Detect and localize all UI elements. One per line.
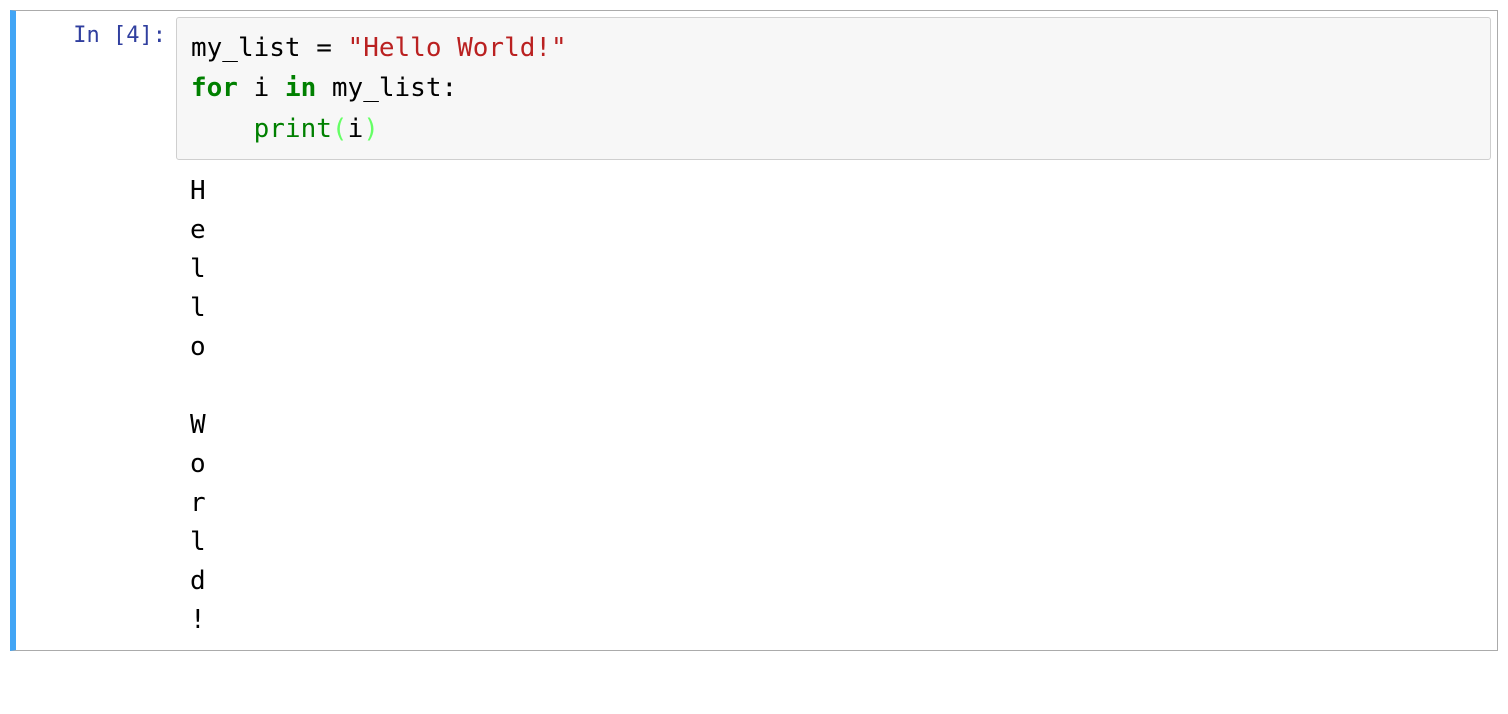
output-line: l: [190, 254, 206, 284]
output-line: l: [190, 293, 206, 323]
code-token: (: [332, 114, 348, 144]
output-line: r: [190, 488, 206, 518]
code-token: in: [285, 73, 316, 103]
prompt-suffix: ]:: [140, 23, 167, 48]
execution-count: 4: [126, 23, 139, 48]
code-token: [269, 73, 285, 103]
code-token: =: [301, 33, 348, 63]
code-token: [238, 73, 254, 103]
output-line: o: [190, 332, 206, 362]
input-area: In [4]: my_list = "Hello World!" for i i…: [16, 11, 1497, 166]
output-line: e: [190, 215, 206, 245]
output-area: H e l l o W o r l d !: [16, 166, 1497, 650]
output-line: W: [190, 410, 206, 440]
output-line: d: [190, 566, 206, 596]
code-token: i: [254, 73, 270, 103]
code-token: my_list: [191, 33, 301, 63]
code-token: [316, 73, 332, 103]
code-token: ): [363, 114, 379, 144]
code-token: "Hello World!": [348, 33, 567, 63]
output-text: H e l l o W o r l d !: [176, 166, 1497, 650]
code-token: [191, 114, 254, 144]
input-prompt: In [4]:: [16, 11, 176, 48]
prompt-prefix: In [: [73, 23, 126, 48]
output-line: [190, 371, 206, 401]
code-token: i: [348, 114, 364, 144]
code-token: print: [254, 114, 332, 144]
code-editor[interactable]: my_list = "Hello World!" for i in my_lis…: [176, 17, 1491, 160]
output-line: l: [190, 527, 206, 557]
output-line: H: [190, 176, 206, 206]
code-token: :: [441, 73, 457, 103]
code-token: my_list: [332, 73, 442, 103]
notebook-cell[interactable]: In [4]: my_list = "Hello World!" for i i…: [10, 10, 1498, 651]
output-line: !: [190, 605, 206, 635]
output-line: o: [190, 449, 206, 479]
code-token: for: [191, 73, 238, 103]
